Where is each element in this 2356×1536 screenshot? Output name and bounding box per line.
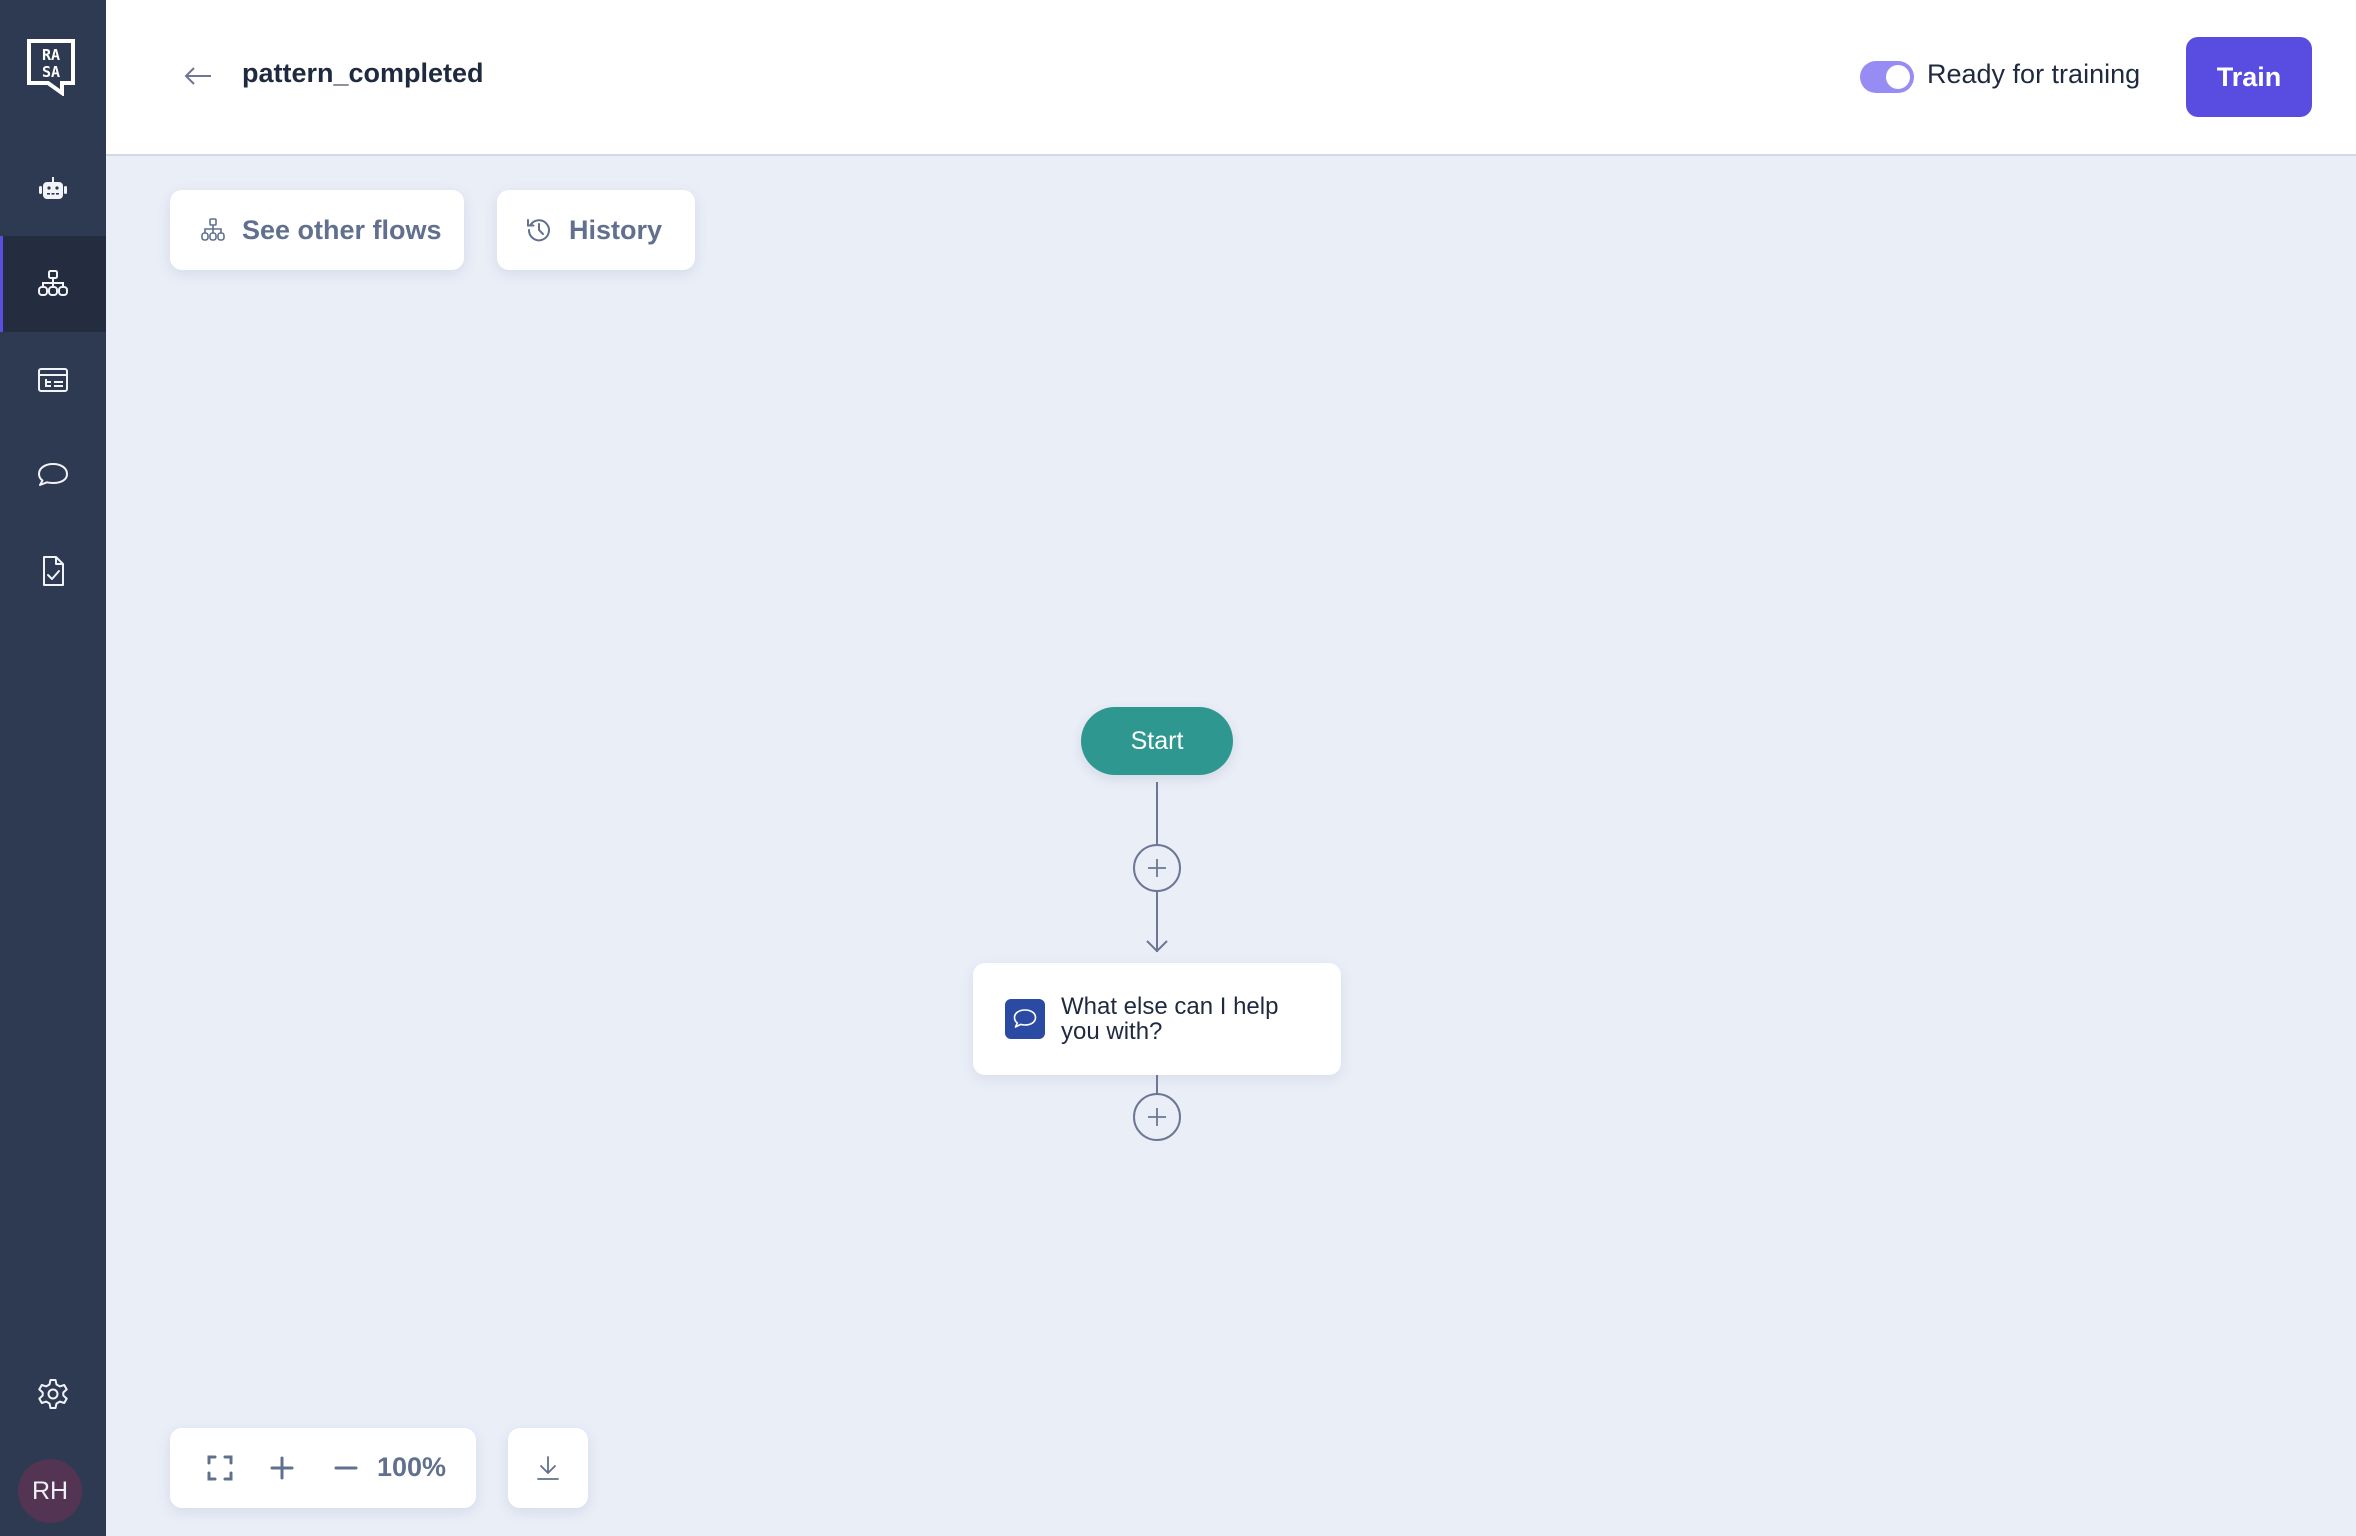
see-other-flows-label: See other flows	[242, 214, 442, 245]
user-avatar[interactable]: RH	[18, 1459, 82, 1523]
download-button[interactable]	[508, 1428, 588, 1508]
train-button[interactable]: Train	[2186, 37, 2312, 117]
file-check-icon	[43, 556, 64, 586]
see-other-flows-button[interactable]: See other flows	[170, 190, 464, 270]
fit-view-button[interactable]	[194, 1428, 246, 1508]
zoom-in-button[interactable]	[256, 1428, 308, 1508]
sidebar: RA SA RH	[0, 0, 106, 1536]
flows-icon	[201, 218, 225, 241]
rasa-logo[interactable]: RA SA	[26, 38, 76, 97]
history-button[interactable]: History	[497, 190, 695, 270]
svg-text:SA: SA	[42, 63, 60, 81]
arrow-down-icon	[1146, 940, 1168, 953]
plus-icon	[270, 1456, 294, 1480]
message-icon	[1005, 999, 1045, 1039]
ready-for-training-label: Ready for training	[1927, 59, 2141, 89]
message-node[interactable]: What else can I help you with?	[973, 963, 1341, 1075]
message-text: What else can I help you with?	[1061, 993, 1279, 1045]
zoom-level: 100%	[377, 1452, 447, 1482]
zoom-out-button[interactable]	[320, 1428, 372, 1508]
fullscreen-icon	[207, 1455, 233, 1481]
gear-icon	[38, 1379, 68, 1409]
ready-for-training-toggle[interactable]	[1860, 61, 1914, 93]
sidebar-item-flows[interactable]	[0, 236, 106, 332]
sidebar-item-tests[interactable]	[0, 523, 106, 619]
minus-icon	[334, 1466, 358, 1470]
sidebar-item-conversations[interactable]	[0, 427, 106, 523]
page-title: pattern_completed	[242, 58, 484, 88]
arrow-left-icon	[184, 67, 211, 85]
sidebar-item-responses[interactable]	[0, 332, 106, 428]
history-icon	[527, 219, 550, 242]
settings-button[interactable]	[0, 1346, 106, 1442]
header: pattern_completed Ready for training Tra…	[106, 0, 2356, 156]
add-step-button[interactable]	[1133, 844, 1181, 892]
edge-start-to-add	[1156, 782, 1158, 844]
table-list-icon	[38, 368, 68, 392]
start-node[interactable]: Start	[1081, 707, 1233, 775]
svg-text:RA: RA	[42, 46, 60, 64]
flows-icon	[38, 270, 68, 296]
plus-icon	[1148, 859, 1166, 877]
zoom-toolbar: 100%	[170, 1428, 476, 1508]
add-step-button-end[interactable]	[1133, 1093, 1181, 1141]
history-label: History	[569, 214, 663, 245]
sidebar-item-assistant[interactable]	[0, 142, 106, 238]
plus-icon	[1148, 1108, 1166, 1126]
download-icon	[537, 1456, 559, 1480]
chat-bubble-icon	[38, 463, 68, 486]
robot-icon	[39, 177, 67, 199]
back-button[interactable]	[178, 56, 218, 96]
